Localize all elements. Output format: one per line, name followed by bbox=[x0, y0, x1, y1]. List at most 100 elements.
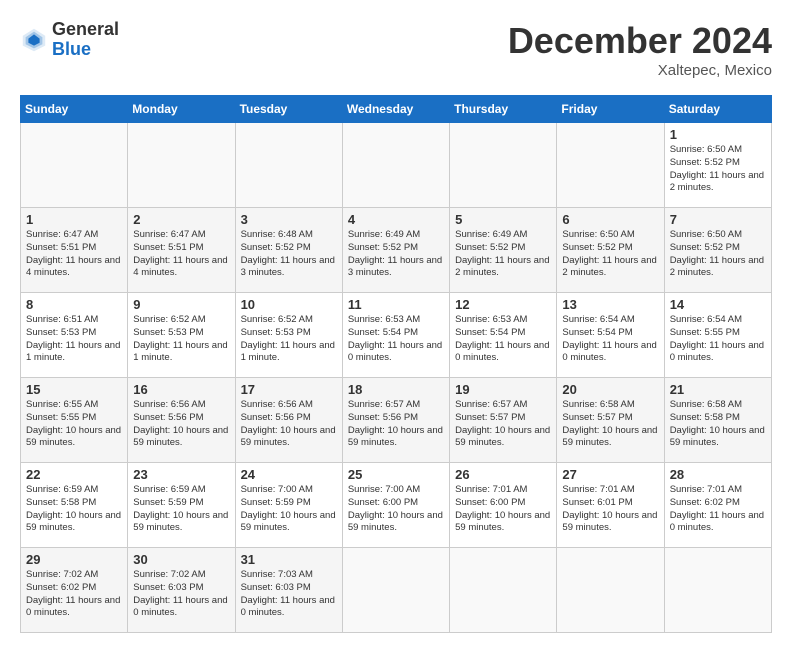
day-number: 13 bbox=[562, 297, 658, 312]
cell-info: Sunrise: 6:57 AM Sunset: 5:57 PM Dayligh… bbox=[455, 399, 551, 450]
calendar-day-cell bbox=[342, 123, 449, 208]
calendar-day-cell: 12 Sunrise: 6:53 AM Sunset: 5:54 PM Dayl… bbox=[450, 293, 557, 378]
cell-info: Sunrise: 6:58 AM Sunset: 5:58 PM Dayligh… bbox=[670, 399, 766, 450]
calendar-day-cell bbox=[235, 123, 342, 208]
calendar-week-row: 22 Sunrise: 6:59 AM Sunset: 5:58 PM Dayl… bbox=[21, 463, 772, 548]
day-number: 16 bbox=[133, 382, 229, 397]
calendar-day-cell: 17 Sunrise: 6:56 AM Sunset: 5:56 PM Dayl… bbox=[235, 378, 342, 463]
day-number: 15 bbox=[26, 382, 122, 397]
day-number: 31 bbox=[241, 552, 337, 567]
calendar-header-cell: Saturday bbox=[664, 96, 771, 123]
cell-info: Sunrise: 7:00 AM Sunset: 5:59 PM Dayligh… bbox=[241, 484, 337, 535]
day-number: 8 bbox=[26, 297, 122, 312]
month-title: December 2024 bbox=[508, 20, 772, 62]
calendar-day-cell: 11 Sunrise: 6:53 AM Sunset: 5:54 PM Dayl… bbox=[342, 293, 449, 378]
calendar-day-cell: 13 Sunrise: 6:54 AM Sunset: 5:54 PM Dayl… bbox=[557, 293, 664, 378]
cell-info: Sunrise: 6:47 AM Sunset: 5:51 PM Dayligh… bbox=[26, 229, 122, 280]
cell-info: Sunrise: 7:00 AM Sunset: 6:00 PM Dayligh… bbox=[348, 484, 444, 535]
calendar-day-cell: 20 Sunrise: 6:58 AM Sunset: 5:57 PM Dayl… bbox=[557, 378, 664, 463]
day-number: 20 bbox=[562, 382, 658, 397]
calendar-day-cell: 10 Sunrise: 6:52 AM Sunset: 5:53 PM Dayl… bbox=[235, 293, 342, 378]
calendar-day-cell bbox=[128, 123, 235, 208]
calendar-day-cell: 19 Sunrise: 6:57 AM Sunset: 5:57 PM Dayl… bbox=[450, 378, 557, 463]
cell-info: Sunrise: 6:59 AM Sunset: 5:59 PM Dayligh… bbox=[133, 484, 229, 535]
cell-info: Sunrise: 6:48 AM Sunset: 5:52 PM Dayligh… bbox=[241, 229, 337, 280]
calendar-day-cell bbox=[21, 123, 128, 208]
calendar-day-cell: 25 Sunrise: 7:00 AM Sunset: 6:00 PM Dayl… bbox=[342, 463, 449, 548]
calendar-header-cell: Tuesday bbox=[235, 96, 342, 123]
calendar-day-cell bbox=[450, 548, 557, 633]
day-number: 18 bbox=[348, 382, 444, 397]
day-number: 6 bbox=[562, 212, 658, 227]
calendar-week-row: 15 Sunrise: 6:55 AM Sunset: 5:55 PM Dayl… bbox=[21, 378, 772, 463]
calendar-day-cell: 30 Sunrise: 7:02 AM Sunset: 6:03 PM Dayl… bbox=[128, 548, 235, 633]
calendar-header-cell: Monday bbox=[128, 96, 235, 123]
calendar-day-cell: 15 Sunrise: 6:55 AM Sunset: 5:55 PM Dayl… bbox=[21, 378, 128, 463]
calendar-day-cell: 31 Sunrise: 7:03 AM Sunset: 6:03 PM Dayl… bbox=[235, 548, 342, 633]
cell-info: Sunrise: 6:53 AM Sunset: 5:54 PM Dayligh… bbox=[348, 314, 444, 365]
cell-info: Sunrise: 6:52 AM Sunset: 5:53 PM Dayligh… bbox=[133, 314, 229, 365]
calendar-day-cell: 3 Sunrise: 6:48 AM Sunset: 5:52 PM Dayli… bbox=[235, 208, 342, 293]
day-number: 2 bbox=[133, 212, 229, 227]
calendar-day-cell: 2 Sunrise: 6:47 AM Sunset: 5:51 PM Dayli… bbox=[128, 208, 235, 293]
day-number: 30 bbox=[133, 552, 229, 567]
cell-info: Sunrise: 6:49 AM Sunset: 5:52 PM Dayligh… bbox=[455, 229, 551, 280]
calendar-day-cell: 24 Sunrise: 7:00 AM Sunset: 5:59 PM Dayl… bbox=[235, 463, 342, 548]
day-number: 3 bbox=[241, 212, 337, 227]
cell-info: Sunrise: 6:51 AM Sunset: 5:53 PM Dayligh… bbox=[26, 314, 122, 365]
day-number: 4 bbox=[348, 212, 444, 227]
day-number: 28 bbox=[670, 467, 766, 482]
day-number: 1 bbox=[670, 127, 766, 142]
calendar-header-cell: Friday bbox=[557, 96, 664, 123]
day-number: 7 bbox=[670, 212, 766, 227]
cell-info: Sunrise: 7:01 AM Sunset: 6:01 PM Dayligh… bbox=[562, 484, 658, 535]
calendar-day-cell: 1 Sunrise: 6:47 AM Sunset: 5:51 PM Dayli… bbox=[21, 208, 128, 293]
calendar-week-row: 1 Sunrise: 6:47 AM Sunset: 5:51 PM Dayli… bbox=[21, 208, 772, 293]
calendar-week-row: 1 Sunrise: 6:50 AM Sunset: 5:52 PM Dayli… bbox=[21, 123, 772, 208]
calendar-day-cell: 8 Sunrise: 6:51 AM Sunset: 5:53 PM Dayli… bbox=[21, 293, 128, 378]
calendar-day-cell: 28 Sunrise: 7:01 AM Sunset: 6:02 PM Dayl… bbox=[664, 463, 771, 548]
day-number: 11 bbox=[348, 297, 444, 312]
day-number: 26 bbox=[455, 467, 551, 482]
cell-info: Sunrise: 6:47 AM Sunset: 5:51 PM Dayligh… bbox=[133, 229, 229, 280]
calendar-header-row: SundayMondayTuesdayWednesdayThursdayFrid… bbox=[21, 96, 772, 123]
day-number: 27 bbox=[562, 467, 658, 482]
day-number: 1 bbox=[26, 212, 122, 227]
calendar-body: 1 Sunrise: 6:50 AM Sunset: 5:52 PM Dayli… bbox=[21, 123, 772, 633]
day-number: 5 bbox=[455, 212, 551, 227]
cell-info: Sunrise: 7:02 AM Sunset: 6:03 PM Dayligh… bbox=[133, 569, 229, 620]
calendar-day-cell: 5 Sunrise: 6:49 AM Sunset: 5:52 PM Dayli… bbox=[450, 208, 557, 293]
day-number: 14 bbox=[670, 297, 766, 312]
cell-info: Sunrise: 6:50 AM Sunset: 5:52 PM Dayligh… bbox=[670, 144, 766, 195]
day-number: 17 bbox=[241, 382, 337, 397]
cell-info: Sunrise: 6:58 AM Sunset: 5:57 PM Dayligh… bbox=[562, 399, 658, 450]
logo-text: General Blue bbox=[52, 20, 119, 60]
cell-info: Sunrise: 7:03 AM Sunset: 6:03 PM Dayligh… bbox=[241, 569, 337, 620]
calendar-day-cell: 27 Sunrise: 7:01 AM Sunset: 6:01 PM Dayl… bbox=[557, 463, 664, 548]
calendar-header-cell: Sunday bbox=[21, 96, 128, 123]
cell-info: Sunrise: 6:52 AM Sunset: 5:53 PM Dayligh… bbox=[241, 314, 337, 365]
cell-info: Sunrise: 6:57 AM Sunset: 5:56 PM Dayligh… bbox=[348, 399, 444, 450]
calendar-day-cell: 1 Sunrise: 6:50 AM Sunset: 5:52 PM Dayli… bbox=[664, 123, 771, 208]
title-area: December 2024 Xaltepec, Mexico bbox=[508, 20, 772, 79]
calendar-day-cell: 16 Sunrise: 6:56 AM Sunset: 5:56 PM Dayl… bbox=[128, 378, 235, 463]
calendar-header-cell: Thursday bbox=[450, 96, 557, 123]
day-number: 10 bbox=[241, 297, 337, 312]
cell-info: Sunrise: 7:01 AM Sunset: 6:02 PM Dayligh… bbox=[670, 484, 766, 535]
calendar-day-cell: 18 Sunrise: 6:57 AM Sunset: 5:56 PM Dayl… bbox=[342, 378, 449, 463]
logo: General Blue bbox=[20, 20, 119, 60]
calendar-day-cell: 26 Sunrise: 7:01 AM Sunset: 6:00 PM Dayl… bbox=[450, 463, 557, 548]
cell-info: Sunrise: 6:56 AM Sunset: 5:56 PM Dayligh… bbox=[241, 399, 337, 450]
day-number: 21 bbox=[670, 382, 766, 397]
calendar-day-cell: 9 Sunrise: 6:52 AM Sunset: 5:53 PM Dayli… bbox=[128, 293, 235, 378]
calendar-day-cell: 23 Sunrise: 6:59 AM Sunset: 5:59 PM Dayl… bbox=[128, 463, 235, 548]
calendar-day-cell: 4 Sunrise: 6:49 AM Sunset: 5:52 PM Dayli… bbox=[342, 208, 449, 293]
calendar-day-cell: 14 Sunrise: 6:54 AM Sunset: 5:55 PM Dayl… bbox=[664, 293, 771, 378]
cell-info: Sunrise: 7:02 AM Sunset: 6:02 PM Dayligh… bbox=[26, 569, 122, 620]
calendar-day-cell: 7 Sunrise: 6:50 AM Sunset: 5:52 PM Dayli… bbox=[664, 208, 771, 293]
day-number: 23 bbox=[133, 467, 229, 482]
calendar-day-cell bbox=[557, 548, 664, 633]
day-number: 19 bbox=[455, 382, 551, 397]
day-number: 9 bbox=[133, 297, 229, 312]
calendar-day-cell bbox=[342, 548, 449, 633]
